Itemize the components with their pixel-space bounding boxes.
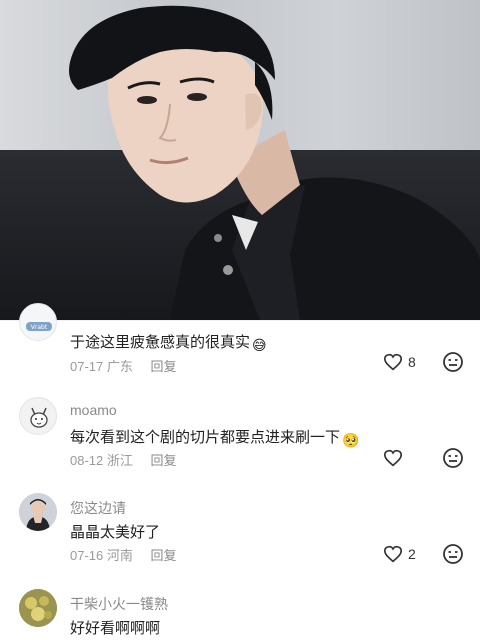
svg-text:Vrabt: Vrabt — [31, 324, 48, 331]
person-avatar-icon[interactable] — [19, 493, 57, 531]
pleading-face-emoji-icon: 🥺 — [342, 432, 360, 448]
vrabbit-logo-icon[interactable]: Vrabt — [19, 303, 57, 341]
comment-text: 每次看到这个剧的切片都要点进来刷一下 — [70, 429, 341, 446]
comment-item: moamo 每次看到这个剧的切片都要点进来刷一下 🥺 08-12 浙江 回复 — [0, 394, 480, 474]
comment-item: Vrabt 于途这里疲惫感真的很真实 😅 07-17 广东 回复 8 — [0, 303, 480, 381]
sweat-smile-emoji-icon: 😅 — [252, 337, 267, 353]
comment-text-row: 于途这里疲惫感真的很真实 😅 — [70, 331, 270, 355]
neutral-face-icon — [443, 544, 463, 564]
heart-icon — [383, 545, 403, 563]
comment-meta: 07-17 广东 回复 — [70, 356, 177, 375]
comment-location: 河南 — [106, 548, 133, 563]
comment-text: 好好看啊啊啊 — [70, 620, 161, 637]
reply-button[interactable]: 回复 — [151, 453, 177, 468]
food-photo-avatar-icon[interactable] — [19, 589, 57, 627]
reply-button[interactable]: 回复 — [151, 359, 177, 374]
like-count: 8 — [408, 354, 416, 370]
reply-button[interactable]: 回复 — [151, 548, 177, 563]
comment-date: 07-16 — [70, 548, 104, 563]
cartoon-animal-avatar-icon[interactable] — [19, 397, 57, 435]
comment-meta: 08-12 浙江 回复 — [70, 450, 177, 469]
video-frame[interactable] — [0, 0, 480, 320]
comment-text-row: 每次看到这个剧的切片都要点进来刷一下 🥺 — [70, 426, 360, 450]
comment-author[interactable]: moamo — [70, 402, 117, 418]
like-button[interactable]: 2 — [383, 543, 423, 565]
comment-date: 07-17 — [70, 359, 104, 374]
dislike-button[interactable] — [442, 543, 464, 565]
neutral-face-icon — [443, 352, 463, 372]
comment-location: 广东 — [106, 359, 133, 374]
like-button[interactable]: 8 — [383, 351, 423, 373]
comment-meta: 07-16 河南 回复 — [70, 545, 177, 564]
like-count: 2 — [408, 546, 416, 562]
dislike-button[interactable] — [442, 447, 464, 469]
comment-item: 干柴小火一镬熟 好好看啊啊啊 — [0, 586, 480, 640]
comment-date: 08-12 — [70, 453, 104, 468]
comment-text: 晶晶太美好了 — [70, 524, 161, 541]
comment-author[interactable]: 干柴小火一镬熟 — [70, 594, 168, 614]
heart-icon — [383, 449, 403, 467]
like-button[interactable] — [383, 447, 423, 469]
comment-text: 于途这里疲惫感真的很真实 — [70, 334, 251, 351]
comment-item: 您这边请 晶晶太美好了 07-16 河南 回复 2 — [0, 490, 480, 570]
hero-figure — [69, 5, 480, 320]
comment-author[interactable]: 您这边请 — [70, 498, 126, 518]
neutral-face-icon — [443, 448, 463, 468]
dislike-button[interactable] — [442, 351, 464, 373]
comment-location: 浙江 — [106, 453, 133, 468]
heart-icon — [383, 353, 403, 371]
